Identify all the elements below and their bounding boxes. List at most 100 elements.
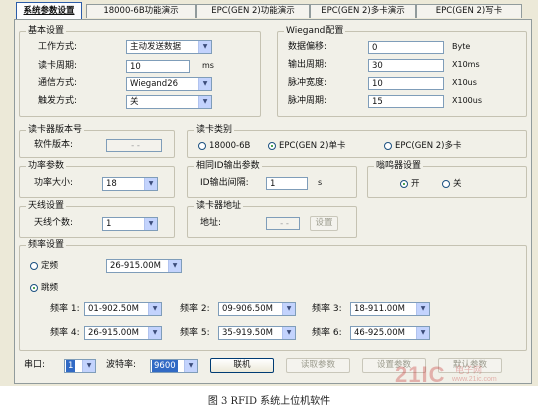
chevron-down-icon: ▼ — [282, 327, 295, 339]
radio-icon — [198, 142, 206, 150]
fixed-frequency-select[interactable]: 26-915.00M ▼ — [106, 259, 182, 273]
work-mode-select[interactable]: 主动发送数据 ▼ — [126, 40, 212, 54]
chevron-down-icon: ▼ — [198, 96, 211, 108]
id-interval-label: ID输出间隔: — [200, 178, 249, 188]
tab-epc-write[interactable]: EPC(GEN 2)写卡 — [416, 4, 522, 18]
baud-rate-select[interactable]: 9600 ▼ — [150, 359, 198, 373]
chevron-down-icon: ▼ — [282, 303, 295, 315]
chevron-down-icon: ▼ — [184, 360, 197, 372]
frequency-settings-group: 频率设置 定频 26-915.00M ▼ 跳频 频率 1: 01-902.50M ▼… — [19, 240, 527, 351]
group-title: 读卡器地址 — [194, 201, 244, 212]
radio-icon — [30, 262, 38, 270]
group-title: 基本设置 — [26, 26, 67, 37]
chevron-down-icon: ▼ — [82, 360, 95, 372]
pulse-width-unit: X10us — [452, 78, 477, 87]
power-level-label: 功率大小: — [34, 178, 74, 188]
chevron-down-icon: ▼ — [198, 41, 211, 53]
channel-4-label: 频率 4: — [50, 328, 80, 338]
card-type-18000-6b-radio[interactable]: 18000-6B — [198, 140, 250, 152]
serial-port-label: 串口: — [24, 360, 46, 370]
software-version-field: - - — [106, 139, 162, 152]
power-params-group: 功率参数 功率大小: 18 ▼ — [19, 161, 175, 198]
channel-5-select[interactable]: 35-919.50M ▼ — [218, 326, 296, 340]
tab-epc-demo[interactable]: EPC(GEN 2)功能演示 — [196, 4, 310, 18]
hopping-frequency-radio[interactable]: 跳频 — [30, 282, 58, 294]
buzzer-off-radio[interactable]: 关 — [442, 178, 462, 190]
channel-3-select[interactable]: 18-911.00M ▼ — [350, 302, 430, 316]
reader-address-group: 读卡器地址 地址: - - 设置 — [187, 201, 357, 238]
pulse-period-label: 脉冲周期: — [288, 96, 328, 106]
buzzer-on-radio[interactable]: 开 — [400, 178, 420, 190]
tab-18000-6b-demo[interactable]: 18000-6B功能演示 — [86, 4, 196, 18]
group-title: 功率参数 — [26, 161, 67, 172]
group-title: 读卡器版本号 — [26, 125, 85, 136]
address-label: 地址: — [200, 218, 222, 228]
radio-selected-icon — [30, 284, 38, 292]
group-title: 相同ID输出参数 — [194, 161, 262, 172]
card-type-group: 读卡类别 18000-6B EPC(GEN 2)单卡 EPC(GEN 2)多卡 — [187, 125, 527, 158]
chevron-down-icon: ▼ — [148, 327, 161, 339]
tab-system-params[interactable]: 系统参数设置 — [16, 2, 82, 19]
chevron-down-icon: ▼ — [198, 78, 211, 90]
antenna-count-label: 天线个数: — [34, 218, 74, 228]
pulse-width-input[interactable]: 10 — [368, 77, 444, 90]
chevron-down-icon: ▼ — [168, 260, 181, 272]
channel-1-select[interactable]: 01-902.50M ▼ — [84, 302, 162, 316]
set-address-button[interactable]: 设置 — [310, 216, 338, 231]
watermark-url: www.21ic.com — [452, 376, 497, 383]
pulse-width-label: 脉冲宽度: — [288, 78, 328, 88]
radio-selected-icon — [400, 180, 408, 188]
power-level-select[interactable]: 18 ▼ — [102, 177, 158, 191]
tab-epc-multi-demo[interactable]: EPC(GEN 2)多卡演示 — [310, 4, 416, 18]
serial-port-select[interactable]: 1 ▼ — [64, 359, 96, 373]
id-interval-input[interactable]: 1 — [266, 177, 308, 190]
connect-button[interactable]: 联机 — [210, 358, 274, 373]
data-offset-label: 数据偏移: — [288, 42, 328, 52]
trigger-mode-label: 触发方式: — [38, 96, 78, 106]
output-period-input[interactable]: 30 — [368, 59, 444, 72]
radio-icon — [442, 180, 450, 188]
basic-settings-group: 基本设置 工作方式: 主动发送数据 ▼ 读卡周期: 10 ms 通信方式: Wie… — [19, 26, 261, 117]
id-interval-unit: s — [318, 178, 323, 187]
buzzer-settings-group: 嗡鸣器设置 开 关 — [367, 161, 527, 198]
channel-6-select[interactable]: 46-925.00M ▼ — [350, 326, 430, 340]
wiegand-config-group: Wiegand配置 数据偏移: 0 Byte 输出周期: 30 X10ms 脉冲… — [277, 26, 527, 117]
radio-icon — [384, 142, 392, 150]
output-period-unit: X10ms — [452, 60, 480, 69]
chevron-down-icon: ▼ — [144, 218, 157, 230]
chevron-down-icon: ▼ — [416, 303, 429, 315]
card-type-epc-single-radio[interactable]: EPC(GEN 2)单卡 — [268, 140, 346, 152]
work-mode-label: 工作方式: — [38, 42, 78, 52]
comm-mode-label: 通信方式: — [38, 78, 78, 88]
pulse-period-unit: X100us — [452, 96, 482, 105]
channel-1-label: 频率 1: — [50, 304, 80, 314]
chevron-down-icon: ▼ — [148, 303, 161, 315]
baud-rate-label: 波特率: — [106, 360, 137, 370]
read-params-button[interactable]: 读取参数 — [286, 358, 350, 373]
group-title: Wiegand配置 — [284, 26, 346, 37]
channel-2-label: 频率 2: — [180, 304, 210, 314]
comm-mode-select[interactable]: Wiegand26 ▼ — [126, 77, 212, 91]
read-period-input[interactable]: 10 — [126, 60, 190, 73]
antenna-settings-group: 天线设置 天线个数: 1 ▼ — [19, 201, 175, 238]
watermark-text: 电子网 — [455, 366, 483, 376]
trigger-mode-select[interactable]: 关 ▼ — [126, 95, 212, 109]
pulse-period-input[interactable]: 15 — [368, 95, 444, 108]
channel-4-select[interactable]: 26-915.00M ▼ — [84, 326, 162, 340]
card-type-epc-multi-radio[interactable]: EPC(GEN 2)多卡 — [384, 140, 462, 152]
group-title: 嗡鸣器设置 — [374, 161, 424, 172]
figure-caption: 图 3 RFID 系统上位机软件 — [207, 396, 331, 407]
fixed-frequency-radio[interactable]: 定频 — [30, 260, 58, 272]
data-offset-input[interactable]: 0 — [368, 41, 444, 54]
channel-5-label: 频率 5: — [180, 328, 210, 338]
software-version-label: 软件版本: — [34, 140, 74, 150]
channel-2-select[interactable]: 09-906.50M ▼ — [218, 302, 296, 316]
channel-3-label: 频率 3: — [312, 304, 342, 314]
data-offset-unit: Byte — [452, 42, 471, 51]
radio-selected-icon — [268, 142, 276, 150]
antenna-count-select[interactable]: 1 ▼ — [102, 217, 158, 231]
channel-6-label: 频率 6: — [312, 328, 342, 338]
chevron-down-icon: ▼ — [144, 178, 157, 190]
same-id-output-group: 相同ID输出参数 ID输出间隔: 1 s — [187, 161, 357, 198]
output-period-label: 输出周期: — [288, 60, 328, 70]
